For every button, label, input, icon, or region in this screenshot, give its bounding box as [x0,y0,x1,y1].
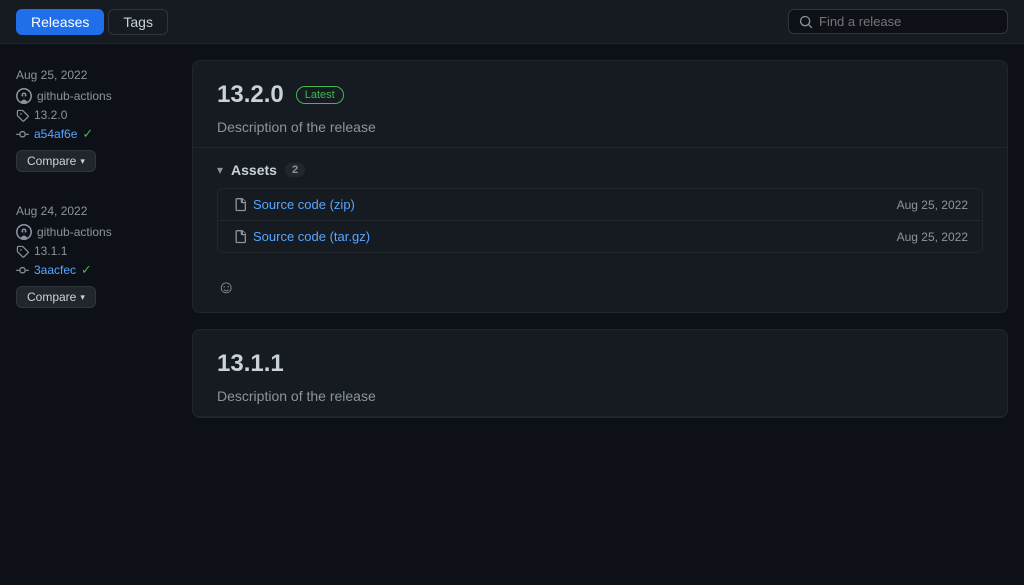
assets-header-1: ▾ Assets 2 [217,162,983,178]
release-card-2: 13.1.1 Description of the release [192,329,1008,418]
asset-name-zip: Source code (zip) [253,197,355,212]
actor-icon-1 [16,88,32,104]
assets-label-1: Assets [231,162,277,178]
compare-btn-2[interactable]: Compare ▾ [16,286,96,308]
tab-tags[interactable]: Tags [108,9,168,35]
verified-icon-1: ✓ [82,126,93,142]
compare-btn-1[interactable]: Compare ▾ [16,150,96,172]
asset-list-1: Source code (zip) Aug 25, 2022 Source co… [217,188,983,253]
tab-releases[interactable]: Releases [16,9,104,35]
release-version-1: 13.2.0 [217,81,284,109]
sidebar-commit-row-2: 3aacfec ✓ [16,262,176,278]
asset-date-zip: Aug 25, 2022 [897,198,968,212]
asset-name-tar: Source code (tar.gz) [253,229,370,244]
sidebar-release-2: Aug 24, 2022 github-actions 13.1.1 3aacf… [16,204,176,308]
asset-link-zip[interactable]: Source code (zip) [232,197,355,212]
release-description-1: Description of the release [217,119,983,135]
tag-name-2: 13.1.1 [34,244,67,258]
tag-icon-2 [16,245,29,258]
release-header-2: 13.1.1 Description of the release [193,330,1007,417]
chevron-down-icon-2: ▾ [80,292,85,303]
search-input[interactable] [819,14,997,29]
chevron-down-icon-1: ▾ [80,156,85,167]
sidebar-actor-1: github-actions [16,88,176,104]
sidebar: Aug 25, 2022 github-actions 13.2.0 a54af… [16,60,176,569]
sidebar-tag-row-1: 13.2.0 [16,108,176,122]
actor-name-2: github-actions [37,225,112,239]
search-icon [799,15,813,29]
commit-link-2[interactable]: 3aacfec [34,263,76,277]
commit-link-1[interactable]: a54af6e [34,127,77,141]
sidebar-actor-2: github-actions [16,224,176,240]
releases-list: 13.2.0 Latest Description of the release… [192,60,1008,569]
compare-label-1: Compare [27,154,76,168]
release-version-2: 13.1.1 [217,350,284,378]
release-title-row-2: 13.1.1 [217,350,983,378]
assets-section-1: ▾ Assets 2 Source code (zip) Aug 25, 202… [193,148,1007,267]
latest-badge-1: Latest [296,86,344,104]
asset-link-tar[interactable]: Source code (tar.gz) [232,229,370,244]
release-description-2: Description of the release [217,388,983,404]
tag-name-1: 13.2.0 [34,108,67,122]
actor-name-1: github-actions [37,89,112,103]
reaction-emoji-btn-1[interactable]: ☺ [217,277,235,298]
file-icon-zip [232,198,246,212]
sidebar-date-2: Aug 24, 2022 [16,204,176,218]
top-bar: Releases Tags [0,0,1024,44]
main-content: Aug 25, 2022 github-actions 13.2.0 a54af… [0,44,1024,585]
triangle-down-icon-1: ▾ [217,163,223,177]
actor-icon-2 [16,224,32,240]
sidebar-release-1: Aug 25, 2022 github-actions 13.2.0 a54af… [16,68,176,172]
compare-label-2: Compare [27,290,76,304]
assets-count-1: 2 [285,163,305,177]
sidebar-tag-row-2: 13.1.1 [16,244,176,258]
tab-group: Releases Tags [16,9,168,35]
asset-date-tar: Aug 25, 2022 [897,230,968,244]
release-card-1: 13.2.0 Latest Description of the release… [192,60,1008,313]
release-header-1: 13.2.0 Latest Description of the release [193,61,1007,148]
release-title-row-1: 13.2.0 Latest [217,81,983,109]
sidebar-commit-row-1: a54af6e ✓ [16,126,176,142]
tag-icon-1 [16,109,29,122]
sidebar-date-1: Aug 25, 2022 [16,68,176,82]
reactions-row-1: ☺ [193,267,1007,312]
verified-icon-2: ✓ [81,262,92,278]
commit-icon-2 [16,264,29,277]
asset-item-zip: Source code (zip) Aug 25, 2022 [218,189,982,221]
search-box [788,9,1008,34]
file-icon-tar [232,230,246,244]
asset-item-tar: Source code (tar.gz) Aug 25, 2022 [218,221,982,252]
commit-icon-1 [16,128,29,141]
